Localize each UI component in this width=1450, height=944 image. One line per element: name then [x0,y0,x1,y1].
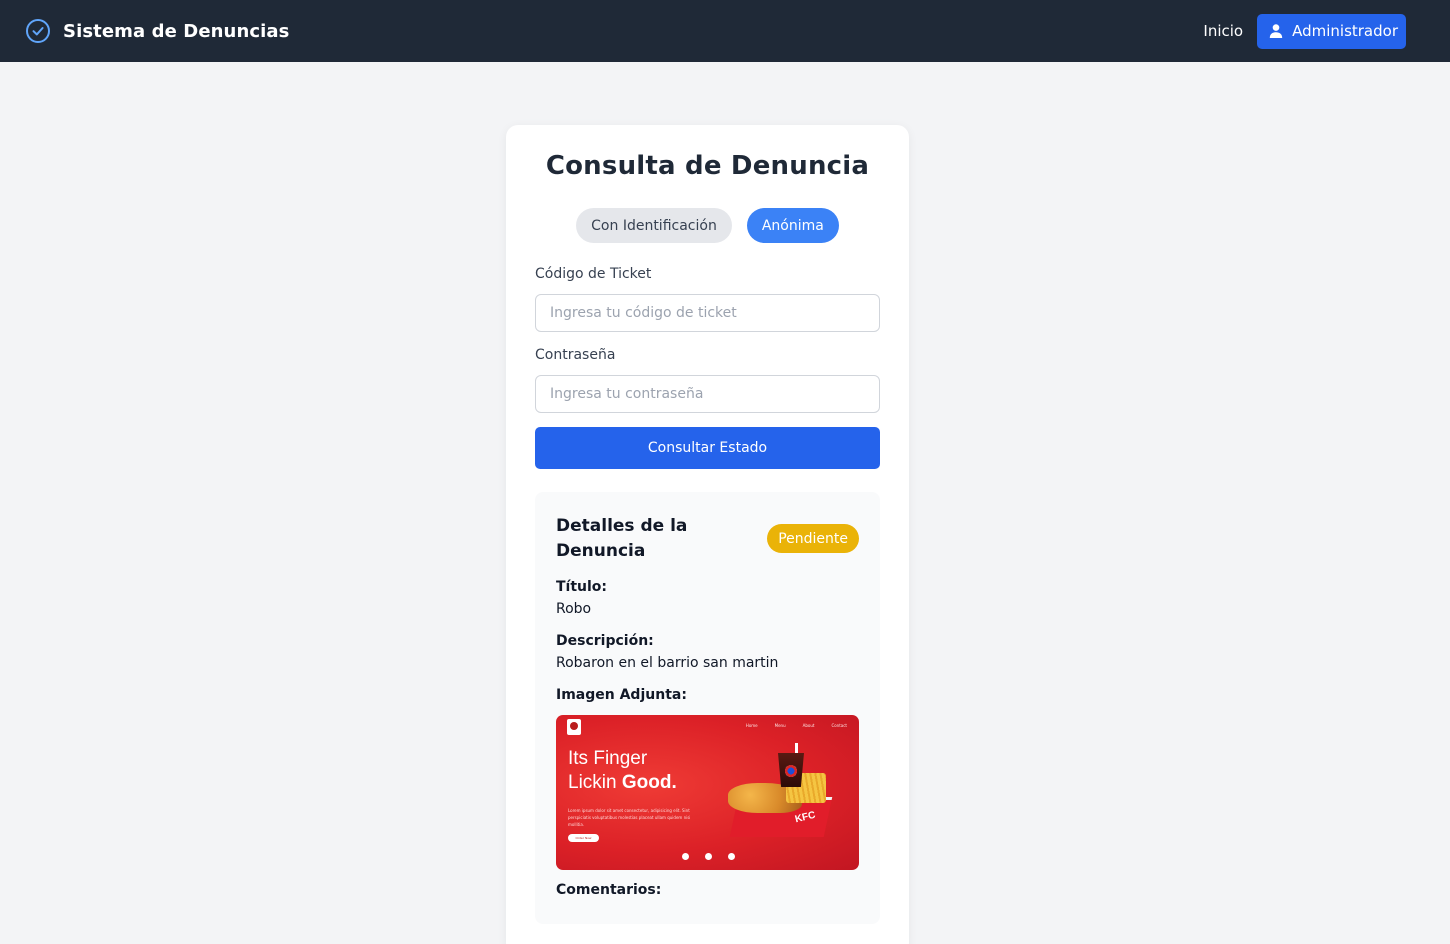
attachment-headline-line2: Lickin Good. [568,771,677,795]
ticket-label: Código de Ticket [535,266,652,282]
titulo-value: Robo [556,601,592,617]
brand-name: Sistema de Denuncias [63,20,290,42]
tab-con-identificacion[interactable]: Con Identificación [576,208,732,243]
page-title: Consulta de Denuncia [545,151,870,181]
instagram-icon [728,853,735,860]
twitter-icon [705,853,712,860]
attachment-nav: Home Menu About Contact [746,723,847,728]
attachment-nav-item: Menu [774,723,786,728]
descripcion-value: Robaron en el barrio san martin [556,655,779,671]
admin-button[interactable]: Administrador [1257,13,1406,49]
kfc-logo [567,719,581,735]
attachment-paragraph: Lorem ipsum dolor sit amet consectetur, … [568,808,691,827]
consultar-estado-button[interactable]: Consultar Estado [535,427,880,469]
tab-anonima[interactable]: Anónima [746,208,839,243]
mode-tabs: Con Identificación Anónima [506,208,909,243]
nav-inicio-link[interactable]: Inicio [1203,22,1243,40]
attachment-order-button: Order Now [568,834,599,842]
attachment-nav-item: Contact [831,723,847,728]
consulta-card: Consulta de Denuncia Con Identificación … [506,125,909,944]
status-badge: Pendiente [767,524,859,553]
comentarios-label: Comentarios: [556,882,662,898]
imagen-label: Imagen Adjunta: [556,687,687,703]
attachment-headline-line1: Its Finger [568,748,648,769]
descripcion-label: Descripción: [556,633,654,649]
navbar: Sistema de Denuncias Inicio Administrado… [0,0,1450,62]
attachment-headline-lickin: Lickin [568,772,622,793]
check-circle-icon [25,18,51,44]
attachment-headline-good: Good. [621,772,677,793]
ticket-input[interactable] [535,294,880,332]
admin-button-label: Administrador [1292,22,1398,40]
attachment-nav-item: About [802,723,815,728]
drink-cup [778,753,804,787]
password-label: Contraseña [535,347,616,363]
attachment-nav-item: Home [745,723,758,728]
attached-image[interactable]: Home Menu About Contact Its Finger Licki… [556,715,859,870]
nav-right: Inicio Administrador [1203,13,1406,49]
attachment-social-icons [682,853,735,860]
brand[interactable]: Sistema de Denuncias [25,18,289,44]
password-input[interactable] [535,375,880,413]
facebook-icon [682,853,689,860]
titulo-label: Título: [556,579,608,595]
details-title: Detalles de la Denuncia [556,516,688,561]
details-panel: Detalles de la Denuncia Pendiente Título… [535,492,880,924]
attachment-headline: Its Finger Lickin Good. [568,747,677,795]
user-icon [1268,23,1284,39]
